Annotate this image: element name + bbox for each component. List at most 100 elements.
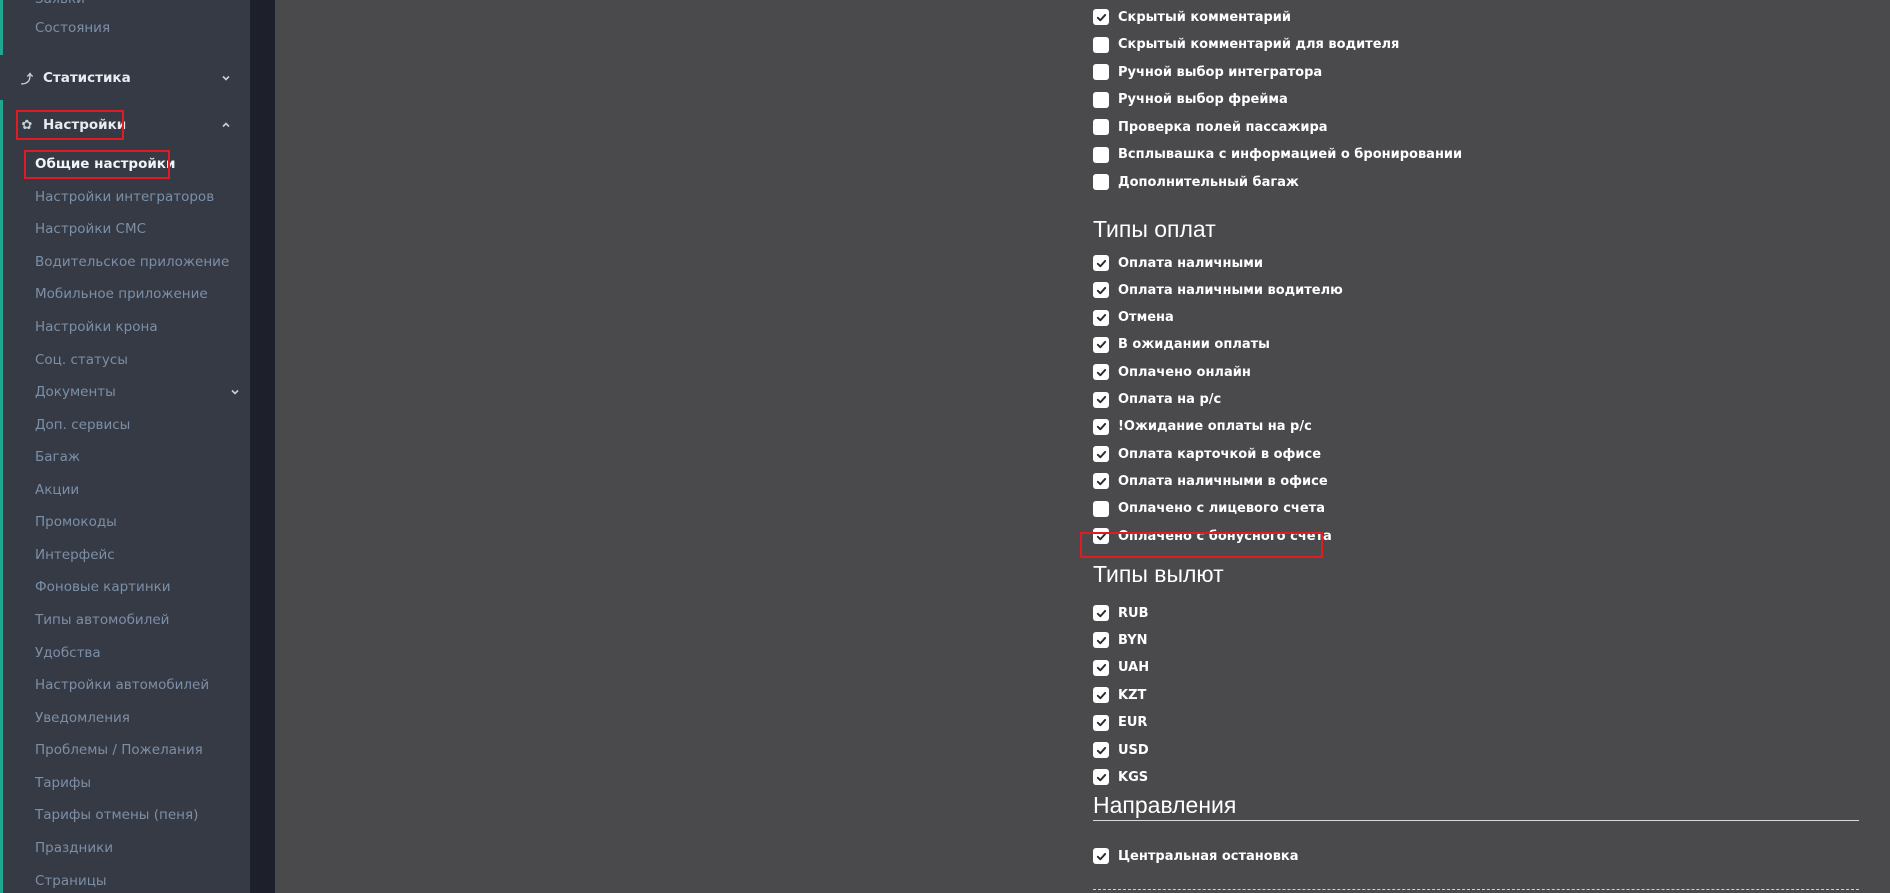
chevron-down-icon[interactable] [220,72,232,84]
checkbox-row[interactable]: Оплата наличными водителю [1093,280,1343,300]
sidebar-item-cancel-tariffs[interactable]: Тарифы отмены (пеня) [35,806,198,824]
sidebar-item-driver-app[interactable]: Водительское приложение [35,253,229,271]
checkbox-unchecked[interactable] [1093,119,1109,135]
sidebar-item-promocodes[interactable]: Промокоды [35,513,117,531]
checkbox-label: Оплата карточкой в офисе [1118,446,1322,462]
sidebar-item-promotions[interactable]: Акции [35,481,79,499]
checkbox-row[interactable]: Ручной выбор интегратора [1093,62,1322,82]
checkbox-row[interactable]: KGS [1093,767,1148,787]
sidebar-item-social-statuses[interactable]: Соц. статусы [35,351,128,369]
checkbox-checked[interactable] [1093,282,1109,299]
sidebar-item-car-settings[interactable]: Настройки автомобилей [35,676,209,694]
checkbox-row[interactable]: В ожидании оплаты [1093,335,1270,355]
sidebar-item-problems[interactable]: Проблемы / Пожелания [35,741,203,759]
sidebar-item-background-images[interactable]: Фоновые картинки [35,578,171,596]
checkbox-label: RUB [1118,605,1149,621]
checkmark-icon [1096,450,1106,458]
sidebar-item-extra-services[interactable]: Доп. сервисы [35,416,130,434]
checkbox-row[interactable]: RUB [1093,603,1148,623]
checkbox-checked[interactable] [1093,418,1109,435]
checkbox-row[interactable]: KZT [1093,685,1146,705]
checkbox-unchecked[interactable] [1093,36,1109,53]
checkbox-label: Оплата наличными [1118,255,1263,271]
checkbox-label: В ожидании оплаты [1118,337,1270,353]
checkbox-row[interactable]: UAH [1093,658,1149,678]
checkbox-checked[interactable] [1093,309,1109,326]
checkbox-label: Дополнительный багаж [1118,174,1299,190]
sidebar-item-pages[interactable]: Страницы [35,872,107,890]
sidebar-item-holidays[interactable]: Праздники [35,839,113,857]
checkmark-icon [1096,664,1106,672]
sidebar-item-amenities[interactable]: Удобства [35,644,101,662]
checkbox-label: Оплата наличными водителю [1118,282,1343,298]
checkmark-icon [1096,286,1106,295]
checkbox-checked[interactable] [1093,391,1109,408]
sidebar-item-requests[interactable]: Заявки [35,0,85,8]
checkbox-unchecked[interactable] [1093,91,1109,108]
checkmark-icon [1096,852,1106,860]
sidebar-item-mobile-app[interactable]: Мобильное приложение [35,285,208,303]
checkbox-checked[interactable] [1093,336,1109,353]
checkbox-label: Оплата наличными в офисе [1118,473,1328,489]
checkbox-row[interactable]: Оплата на р/с [1093,390,1221,410]
checkbox-unchecked[interactable] [1093,500,1109,517]
main-content: Скрытый комментарий Скрытый комментарий д… [275,0,1890,893]
sidebar-accent-bar [0,0,3,55]
checkbox-row[interactable]: Оплата карточкой в офисе [1093,444,1321,464]
checkbox-checked[interactable] [1093,848,1109,864]
sidebar-item-cron[interactable]: Настройки крона [35,318,158,336]
checkbox-row[interactable]: Всплывашка с информацией о бронировании [1093,145,1462,165]
sidebar-item-integrators[interactable]: Настройки интеграторов [35,188,214,206]
checkbox-checked[interactable] [1093,605,1109,621]
sidebar: Заявки Состояния ⤴ Статистика ✿ Настройк… [0,0,250,893]
checkmark-icon [1096,773,1106,782]
checkbox-row[interactable]: Ручной выбор фрейма [1093,90,1288,110]
checkbox-checked[interactable] [1093,255,1109,271]
checkbox-row[interactable]: BYN [1093,630,1148,650]
sidebar-item-notifications[interactable]: Уведомления [35,709,130,727]
checkbox-row[interactable]: !Ожидание оплаты на р/с [1093,417,1312,437]
checkbox-checked[interactable] [1093,364,1109,381]
checkbox-checked[interactable] [1093,687,1109,704]
checkbox-checked[interactable] [1093,659,1109,676]
checkbox-row[interactable]: Оплата наличными в офисе [1093,471,1328,491]
dashed-divider [1093,889,1859,890]
checkbox-row[interactable]: Оплата наличными [1093,253,1263,273]
checkbox-row[interactable]: Оплачено с лицевого счета [1093,499,1325,519]
checkbox-unchecked[interactable] [1093,146,1109,163]
sidebar-item-car-types[interactable]: Типы автомобилей [35,611,169,629]
checkbox-checked[interactable] [1093,446,1109,463]
checkbox-unchecked[interactable] [1093,64,1109,80]
checkmark-icon [1096,368,1106,376]
sidebar-item-states[interactable]: Состояния [35,19,110,37]
checkbox-row[interactable]: Отмена [1093,308,1174,328]
checkbox-checked[interactable] [1093,632,1109,649]
sidebar-item-interface[interactable]: Интерфейс [35,546,115,564]
sidebar-gutter [250,0,275,893]
checkbox-checked[interactable] [1093,9,1109,25]
sidebar-item-tariffs[interactable]: Тарифы [35,774,91,792]
chevron-down-icon[interactable] [229,386,241,398]
checkbox-row[interactable]: Дополнительный багаж [1093,172,1299,192]
checkmark-icon [1096,423,1106,431]
sidebar-item-sms[interactable]: Настройки СМС [35,220,146,238]
checkbox-label: Скрытый комментарий для водителя [1118,37,1400,52]
checkbox-label: USD [1118,742,1149,758]
checkbox-row[interactable]: EUR [1093,713,1147,733]
checkbox-label: Ручной выбор фрейма [1118,92,1288,107]
checkbox-row[interactable]: Оплачено онлайн [1093,362,1251,382]
sidebar-item-documents[interactable]: Документы [35,383,116,401]
checkbox-row[interactable]: Скрытый комментарий [1093,7,1291,27]
checkbox-row[interactable]: Проверка полей пассажира [1093,117,1328,137]
chevron-up-icon[interactable] [220,119,232,131]
checkbox-row[interactable]: Скрытый комментарий для водителя [1093,35,1399,55]
checkbox-checked[interactable] [1093,742,1109,758]
checkbox-row[interactable]: USD [1093,740,1149,760]
sidebar-item-baggage[interactable]: Багаж [35,448,80,466]
checkbox-unchecked[interactable] [1093,174,1109,190]
checkbox-checked[interactable] [1093,473,1109,490]
checkbox-row[interactable]: Центральная остановка [1093,846,1299,866]
checkbox-checked[interactable] [1093,769,1109,786]
sidebar-section-statistics[interactable]: ⤴ Статистика [17,64,131,92]
checkbox-checked[interactable] [1093,714,1109,731]
